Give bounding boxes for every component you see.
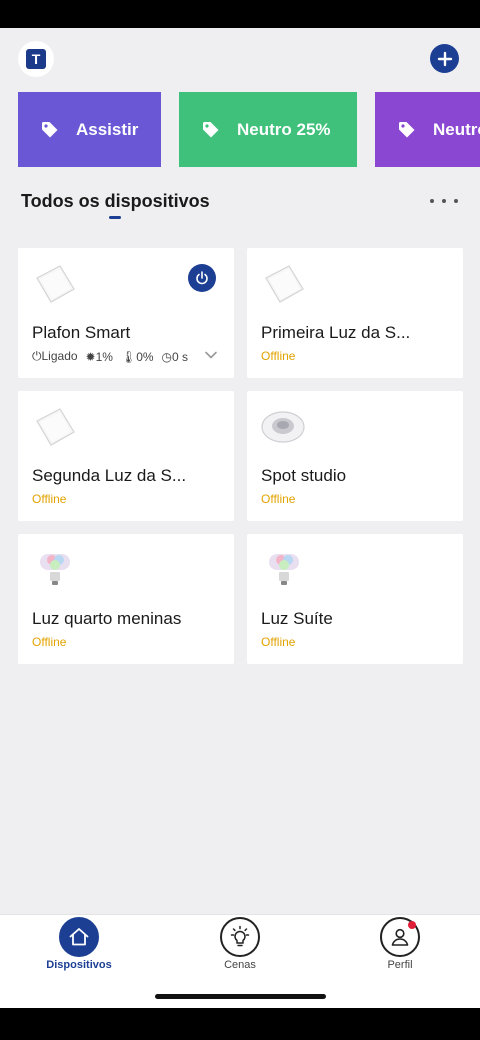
device-card-segunda-luz[interactable]: Segunda Luz da S... Offline bbox=[18, 391, 234, 521]
timer-value: ◷0 s bbox=[161, 349, 189, 364]
plus-icon bbox=[437, 51, 452, 66]
device-name: Primeira Luz da S... bbox=[261, 323, 411, 342]
app-screen: T Assistir Neutro 25% Neutro Todos os di… bbox=[0, 28, 480, 1008]
device-name: Spot studio bbox=[261, 466, 347, 485]
device-name: Luz Suíte bbox=[261, 609, 333, 628]
scene-label: Neutro 25% bbox=[237, 119, 331, 139]
bottom-tab-bar: Dispositivos Cenas Perfil bbox=[0, 914, 480, 1008]
power-icon bbox=[196, 271, 208, 285]
device-card-spot-studio[interactable]: Spot studio Offline bbox=[247, 391, 463, 521]
tab-perfil[interactable]: Perfil bbox=[352, 916, 448, 976]
scene-label: Neutro bbox=[433, 119, 480, 139]
section-underline bbox=[109, 216, 121, 219]
rgb-bulb-icon bbox=[269, 554, 299, 585]
scene-card-assistir[interactable]: Assistir bbox=[18, 92, 161, 167]
tag-icon bbox=[203, 121, 219, 137]
scene-card-neutro-25[interactable]: Neutro 25% bbox=[179, 92, 357, 167]
chevron-down-icon[interactable] bbox=[204, 348, 218, 362]
device-name: Plafon Smart bbox=[32, 323, 131, 342]
power-state: ⏻Ligado bbox=[32, 349, 78, 363]
device-status: Offline bbox=[32, 635, 67, 649]
home-indicator bbox=[155, 994, 326, 999]
device-card-luz-quarto-meninas[interactable]: Luz quarto meninas Offline bbox=[18, 534, 234, 664]
top-bar: T bbox=[0, 28, 480, 88]
notification-badge bbox=[408, 921, 416, 929]
bulb-icon bbox=[230, 925, 250, 947]
tab-dispositivos[interactable]: Dispositivos bbox=[31, 916, 127, 976]
device-card-primeira-luz[interactable]: Primeira Luz da S... Offline bbox=[247, 248, 463, 378]
more-dots-icon bbox=[430, 199, 434, 203]
brightness-value: ✹1% bbox=[85, 349, 113, 364]
scene-card-neutro[interactable]: Neutro bbox=[375, 92, 480, 167]
temperature-value: 🌡︎0% bbox=[120, 349, 154, 364]
user-icon bbox=[391, 928, 409, 946]
scene-label: Assistir bbox=[76, 119, 139, 139]
tab-label: Perfil bbox=[387, 959, 413, 971]
add-device-button[interactable] bbox=[430, 44, 459, 73]
tag-icon bbox=[399, 121, 415, 137]
tag-icon bbox=[42, 121, 58, 137]
device-stats: ⏻Ligado ✹1% 🌡︎0% ◷0 s bbox=[32, 349, 196, 364]
logo-letter: T bbox=[26, 49, 46, 69]
device-name: Segunda Luz da S... bbox=[32, 466, 187, 485]
home-logo-button[interactable]: T bbox=[18, 41, 54, 77]
home-icon bbox=[69, 928, 89, 946]
more-options-button[interactable] bbox=[430, 192, 458, 210]
panel-light-icon bbox=[36, 265, 75, 303]
device-status: Offline bbox=[32, 492, 67, 506]
scene-carousel[interactable]: Assistir Neutro 25% Neutro bbox=[18, 92, 480, 167]
tab-label: Dispositivos bbox=[46, 959, 112, 971]
device-status: Offline bbox=[261, 492, 296, 506]
rgb-bulb-icon bbox=[40, 554, 70, 585]
device-name: Luz quarto meninas bbox=[32, 609, 182, 628]
device-status: Offline bbox=[261, 635, 296, 649]
device-card-plafon-smart[interactable]: Plafon Smart ⏻Ligado ✹1% 🌡︎0% ◷0 s bbox=[18, 248, 234, 378]
panel-light-icon bbox=[36, 408, 75, 446]
tab-label: Cenas bbox=[224, 959, 256, 971]
panel-light-icon bbox=[265, 265, 304, 303]
spot-light-icon bbox=[261, 411, 305, 443]
power-toggle-button[interactable] bbox=[188, 264, 216, 292]
section-title: Todos os dispositivos bbox=[21, 191, 210, 211]
device-card-luz-suite[interactable]: Luz Suíte Offline bbox=[247, 534, 463, 664]
device-status: Offline bbox=[261, 349, 296, 363]
tab-cenas[interactable]: Cenas bbox=[192, 916, 288, 976]
